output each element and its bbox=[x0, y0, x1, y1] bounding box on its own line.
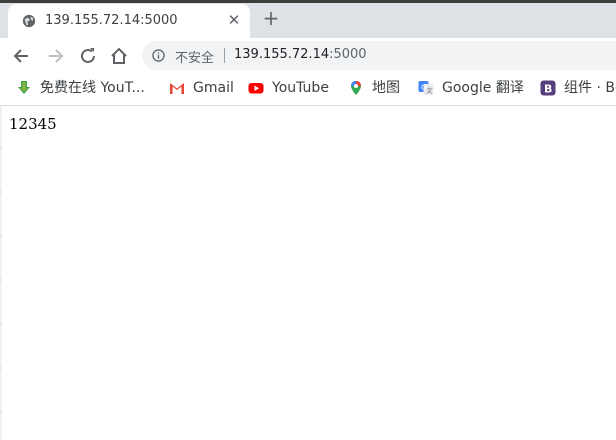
download-arrow-icon bbox=[18, 81, 30, 94]
gmail-icon bbox=[170, 83, 184, 94]
youtube-icon bbox=[248, 83, 264, 94]
svg-text:文: 文 bbox=[427, 87, 433, 95]
bookmark-label: 免费在线 YouT... bbox=[40, 80, 145, 96]
bookmark-label: YouTube bbox=[272, 80, 329, 96]
close-tab-icon[interactable]: ✕ bbox=[226, 12, 242, 28]
bookmark-label: Gmail bbox=[193, 80, 234, 96]
page-body-text: 12345 bbox=[9, 115, 57, 133]
translate-icon: G 文 bbox=[418, 81, 434, 95]
address-bar[interactable]: 不安全 139.155.72.14:5000 bbox=[142, 41, 616, 70]
url-text[interactable]: 139.155.72.14:5000 bbox=[234, 47, 367, 62]
browser-window: 139.155.72.14:5000 ✕ + 不安全 139.155.72.14… bbox=[0, 0, 616, 440]
svg-text:B: B bbox=[544, 83, 552, 96]
globe-icon bbox=[22, 14, 36, 28]
bookmark-label: 组件 · Bo bbox=[564, 80, 616, 96]
tab-title: 139.155.72.14:5000 bbox=[45, 13, 178, 28]
window-top-border bbox=[0, 0, 616, 3]
bookmarks-bar: 免费在线 YouT... Gmail YouTube 地图 G 文 Google… bbox=[0, 73, 616, 106]
reload-icon[interactable] bbox=[78, 46, 98, 66]
page-content: 12345 bbox=[0, 106, 616, 440]
omnibox-divider bbox=[224, 48, 225, 63]
tab-strip: 139.155.72.14:5000 ✕ + bbox=[0, 0, 616, 38]
tab-active[interactable]: 139.155.72.14:5000 ✕ bbox=[8, 4, 250, 38]
bootstrap-icon: B bbox=[540, 80, 556, 96]
back-arrow-icon[interactable] bbox=[12, 46, 32, 66]
url-port: :5000 bbox=[329, 47, 367, 62]
info-icon[interactable] bbox=[152, 49, 165, 62]
bookmark-label: 地图 bbox=[372, 80, 400, 96]
security-status: 不安全 bbox=[175, 51, 215, 66]
url-host: 139.155.72.14 bbox=[234, 47, 330, 62]
new-tab-button[interactable]: + bbox=[262, 8, 280, 28]
bookmark-label: Google 翻译 bbox=[442, 80, 524, 96]
toolbar: 不安全 139.155.72.14:5000 bbox=[0, 38, 616, 73]
forward-arrow-icon[interactable] bbox=[45, 46, 65, 66]
maps-pin-icon bbox=[351, 81, 361, 95]
window-left-edge bbox=[0, 106, 2, 440]
home-icon[interactable] bbox=[109, 46, 129, 66]
